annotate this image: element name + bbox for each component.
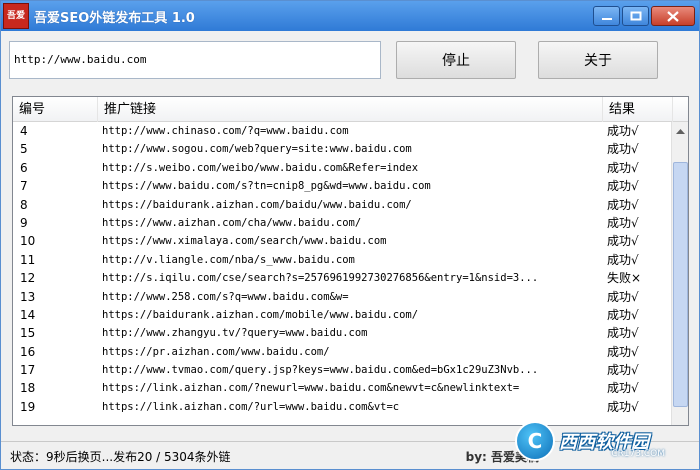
- window-title: 吾爱SEO外链发布工具 1.0: [34, 10, 195, 26]
- cell-id: 16: [20, 344, 36, 359]
- cell-result: 成功√: [607, 399, 639, 414]
- title-bar[interactable]: 吾爱 吾爱SEO外链发布工具 1.0: [1, 1, 699, 31]
- cell-result: 成功√: [607, 307, 639, 322]
- cell-result: 成功√: [607, 124, 639, 138]
- cell-link: http://www.zhangyu.tv/?query=www.baidu.c…: [102, 327, 368, 340]
- cell-link: https://www.aizhan.com/cha/www.baidu.com…: [102, 216, 362, 229]
- watermark-sub: CR173.COM: [611, 449, 665, 459]
- vertical-scrollbar[interactable]: [671, 122, 688, 425]
- cell-link: https://www.ximalaya.com/search/www.baid…: [102, 235, 387, 248]
- table-row[interactable]: 6 http://s.weibo.com/weibo/www.baidu.com&…: [13, 159, 673, 177]
- cell-link: https://www.baidu.com/s?tn=cnip8_pg&wd=w…: [102, 180, 431, 193]
- cell-result: 成功√: [607, 289, 639, 304]
- table-row[interactable]: 12 http://s.iqilu.com/cse/search?s=257696…: [13, 269, 673, 287]
- column-header-result[interactable]: 结果: [603, 97, 673, 122]
- scroll-up-arrow[interactable]: [672, 122, 688, 139]
- cell-result: 成功√: [607, 197, 639, 212]
- table-row[interactable]: 13 http://www.258.com/s?q=www.baidu.com&w…: [13, 288, 673, 306]
- minimize-button[interactable]: [593, 6, 620, 26]
- status-text: 状态：9秒后换页...发布20 / 5304条外链: [10, 450, 231, 464]
- cell-id: 10: [20, 234, 36, 249]
- watermark-logo-icon: C: [515, 421, 555, 461]
- cell-result: 成功√: [607, 234, 639, 249]
- stop-button[interactable]: 停止: [396, 41, 516, 79]
- cell-id: 17: [20, 363, 36, 378]
- maximize-button[interactable]: [622, 6, 649, 26]
- cell-id: 6: [20, 160, 28, 175]
- cell-result: 成功√: [607, 381, 639, 396]
- cell-id: 13: [20, 289, 36, 304]
- cell-result: 成功√: [607, 142, 639, 157]
- cell-link: https://baidurank.aizhan.com/mobile/www.…: [102, 308, 419, 321]
- app-logo: 吾爱: [3, 3, 29, 29]
- table-header: 编号 推广链接 结果: [13, 97, 688, 122]
- cell-result: 成功√: [607, 179, 639, 194]
- cell-result: 失败×: [607, 271, 642, 286]
- table-row[interactable]: 16 https://pr.aizhan.com/www.baidu.com/成功…: [13, 343, 673, 361]
- table-row[interactable]: 19 https://link.aizhan.com/?url=www.baidu…: [13, 398, 673, 416]
- cell-id: 8: [20, 197, 28, 212]
- url-input[interactable]: http://www.baidu.com: [9, 41, 381, 79]
- window-controls: [593, 6, 695, 26]
- table-row[interactable]: 18 https://link.aizhan.com/?newurl=www.ba…: [13, 379, 673, 397]
- scrollbar-thumb[interactable]: [673, 162, 688, 407]
- chevron-up-icon: [676, 128, 685, 134]
- site-watermark: C 西西软件园 CR173.COM: [515, 419, 695, 463]
- cell-id: 4: [20, 124, 28, 138]
- table-row[interactable]: 14 https://baidurank.aizhan.com/mobile/ww…: [13, 306, 673, 324]
- cell-id: 15: [20, 326, 36, 341]
- column-header-link[interactable]: 推广链接: [98, 97, 603, 122]
- cell-id: 7: [20, 179, 28, 194]
- minimize-icon: [601, 18, 612, 20]
- table-row[interactable]: 9 https://www.aizhan.com/cha/www.baidu.co…: [13, 214, 673, 232]
- table-row[interactable]: 11 http://v.liangle.com/nba/s_www.baidu.c…: [13, 251, 673, 269]
- close-button[interactable]: [651, 6, 695, 26]
- cell-link: http://www.sogou.com/web?query=site:www.…: [102, 143, 412, 156]
- close-icon: [667, 10, 679, 22]
- table-row[interactable]: 7 https://www.baidu.com/s?tn=cnip8_pg&wd=…: [13, 177, 673, 195]
- results-table[interactable]: 编号 推广链接 结果 4 http://www.chinaso.com/?q=ww…: [12, 96, 689, 426]
- table-row[interactable]: 17 http://www.tvmao.com/query.jsp?keys=ww…: [13, 361, 673, 379]
- cell-link: http://s.weibo.com/weibo/www.baidu.com&R…: [102, 161, 419, 174]
- table-row[interactable]: 15 http://www.zhangyu.tv/?query=www.baidu…: [13, 324, 673, 342]
- cell-id: 11: [20, 252, 36, 267]
- cell-result: 成功√: [607, 326, 639, 341]
- cell-result: 成功√: [607, 160, 639, 175]
- cell-link: https://link.aizhan.com/?url=www.baidu.c…: [102, 400, 400, 413]
- cell-result: 成功√: [607, 344, 639, 359]
- about-button[interactable]: 关于: [538, 41, 658, 79]
- cell-link: https://baidurank.aizhan.com/baidu/www.b…: [102, 198, 412, 211]
- cell-id: 12: [20, 271, 36, 286]
- app-window: 吾爱 吾爱SEO外链发布工具 1.0 http://www.baidu.com …: [0, 0, 700, 470]
- cell-id: 5: [20, 142, 28, 157]
- cell-id: 9: [20, 215, 28, 230]
- cell-id: 14: [20, 307, 36, 322]
- cell-link: http://v.liangle.com/nba/s_www.baidu.com: [102, 253, 355, 266]
- cell-id: 18: [20, 381, 36, 396]
- cell-result: 成功√: [607, 363, 639, 378]
- cell-link: https://pr.aizhan.com/www.baidu.com/: [102, 345, 330, 358]
- maximize-icon: [630, 11, 641, 21]
- cell-result: 成功√: [607, 252, 639, 267]
- table-body: 4 http://www.chinaso.com/?q=www.baidu.com…: [13, 122, 673, 416]
- table-row[interactable]: 10 https://www.ximalaya.com/search/www.ba…: [13, 232, 673, 250]
- table-row[interactable]: 8 https://baidurank.aizhan.com/baidu/www.…: [13, 196, 673, 214]
- cell-id: 19: [20, 399, 36, 414]
- cell-result: 成功√: [607, 215, 639, 230]
- table-row[interactable]: 4 http://www.chinaso.com/?q=www.baidu.com…: [13, 122, 673, 140]
- cell-link: http://www.chinaso.com/?q=www.baidu.com: [102, 125, 349, 137]
- cell-link: http://www.tvmao.com/query.jsp?keys=www.…: [102, 364, 539, 377]
- column-header-id[interactable]: 编号: [13, 97, 98, 122]
- cell-link: http://s.iqilu.com/cse/search?s=25769619…: [102, 272, 539, 285]
- table-row[interactable]: 5 http://www.sogou.com/web?query=site:www…: [13, 140, 673, 158]
- cell-link: https://link.aizhan.com/?newurl=www.baid…: [102, 382, 520, 395]
- cell-link: http://www.258.com/s?q=www.baidu.com&w=: [102, 290, 349, 303]
